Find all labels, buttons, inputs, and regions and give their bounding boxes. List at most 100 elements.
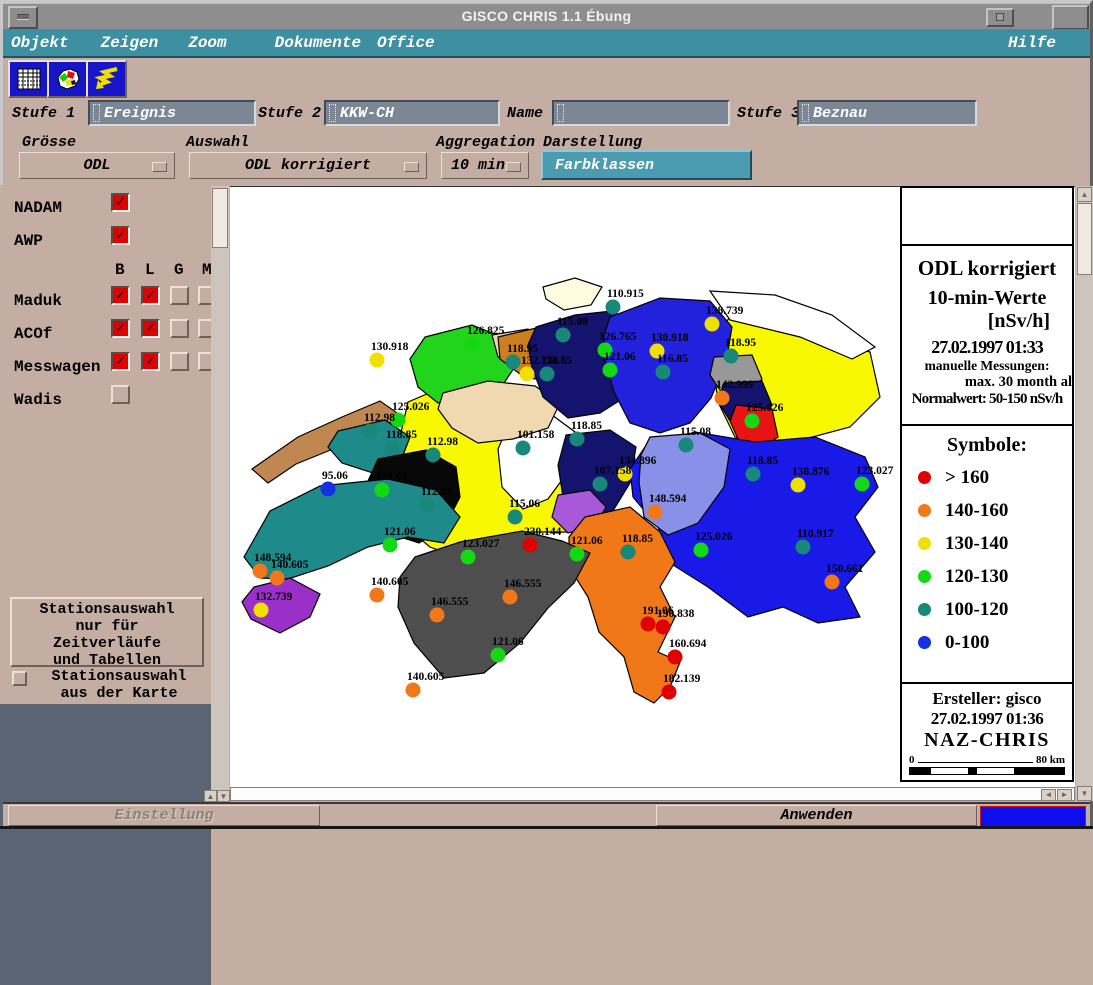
station-value-label: 138.739 bbox=[706, 305, 744, 317]
menu-item-hilfe[interactable]: Hilfe bbox=[1000, 34, 1064, 52]
station-dot[interactable] bbox=[406, 683, 421, 698]
station-dot[interactable] bbox=[724, 349, 739, 364]
map-hscrollbar[interactable]: ◄ ► bbox=[230, 787, 1075, 801]
station-dot[interactable] bbox=[570, 547, 585, 562]
checkbox-acof-g[interactable] bbox=[170, 319, 189, 338]
checkbox-maduk-g[interactable] bbox=[170, 286, 189, 305]
groesse-select[interactable]: ODL bbox=[19, 152, 175, 179]
stufe1-input[interactable]: Ereignis bbox=[88, 100, 256, 126]
stufe3-input[interactable]: Beznau bbox=[797, 100, 977, 126]
back-jump-button[interactable] bbox=[86, 60, 127, 98]
scroll-up-arrow-icon[interactable]: ▲ bbox=[204, 790, 217, 802]
station-dot[interactable] bbox=[491, 648, 506, 663]
menu-item-zeigen[interactable]: Zeigen bbox=[93, 34, 167, 52]
checkbox-acof-b[interactable]: ✓ bbox=[111, 319, 130, 338]
station-dot[interactable] bbox=[254, 603, 269, 618]
station-dot[interactable] bbox=[461, 550, 476, 565]
station-dot[interactable] bbox=[520, 367, 535, 382]
station-dot[interactable] bbox=[375, 483, 390, 498]
station-dot[interactable] bbox=[363, 424, 378, 439]
checkbox-nadam[interactable]: ✓ bbox=[111, 193, 130, 212]
station-dot[interactable] bbox=[506, 355, 521, 370]
station-dot[interactable] bbox=[540, 367, 555, 382]
station-dot[interactable] bbox=[746, 467, 761, 482]
map-view-button[interactable] bbox=[47, 60, 88, 98]
station-dot[interactable] bbox=[570, 432, 585, 447]
station-dot[interactable] bbox=[745, 414, 760, 429]
hscroll-left-arrow-icon[interactable]: ◄ bbox=[1041, 789, 1056, 801]
checkbox-messwagen-b[interactable]: ✓ bbox=[111, 352, 130, 371]
station-dot[interactable] bbox=[656, 365, 671, 380]
station-dot[interactable] bbox=[662, 685, 677, 700]
station-dot[interactable] bbox=[715, 391, 730, 406]
scroll-down-arrow-icon[interactable]: ▼ bbox=[217, 790, 230, 802]
station-dot[interactable] bbox=[603, 363, 618, 378]
station-value-label: 190.838 bbox=[657, 608, 695, 620]
checkbox-maduk-l[interactable]: ✓ bbox=[141, 286, 160, 305]
station-dot[interactable] bbox=[825, 575, 840, 590]
checkbox-wadis-b[interactable] bbox=[111, 385, 130, 404]
checkbox-awp[interactable]: ✓ bbox=[111, 226, 130, 245]
station-dot[interactable] bbox=[556, 328, 571, 343]
station-dot[interactable] bbox=[385, 441, 400, 456]
einstellung-button[interactable]: Einstellung bbox=[8, 805, 320, 826]
station-dot[interactable] bbox=[621, 545, 636, 560]
station-dot[interactable] bbox=[270, 571, 285, 586]
checkbox-maduk-b[interactable]: ✓ bbox=[111, 286, 130, 305]
table-view-button[interactable] bbox=[8, 60, 49, 98]
station-dot[interactable] bbox=[426, 448, 441, 463]
column-header-l: L bbox=[145, 261, 155, 279]
vscroll-down-arrow-icon[interactable]: ▼ bbox=[1077, 786, 1092, 801]
checkbox-messwagen-g[interactable] bbox=[170, 352, 189, 371]
darstellung-select[interactable]: Farbklassen bbox=[541, 150, 752, 180]
station-value-label: 126.825 bbox=[467, 325, 505, 337]
vscroll-up-arrow-icon[interactable]: ▲ bbox=[1077, 187, 1092, 202]
station-dot[interactable] bbox=[321, 482, 336, 497]
station-dot[interactable] bbox=[503, 590, 518, 605]
station-dot[interactable] bbox=[705, 317, 720, 332]
anwenden-button[interactable]: Anwenden bbox=[656, 805, 977, 826]
aggregation-select[interactable]: 10 min bbox=[441, 152, 529, 179]
menu-item-dokumente[interactable]: Dokumente bbox=[267, 34, 369, 52]
stufe2-input[interactable]: KKW-CH bbox=[324, 100, 500, 126]
menu-item-zoom[interactable]: Zoom bbox=[180, 34, 234, 52]
station-dot[interactable] bbox=[648, 505, 663, 520]
station-dot[interactable] bbox=[370, 588, 385, 603]
station-dot[interactable] bbox=[855, 477, 870, 492]
station-dot[interactable] bbox=[593, 477, 608, 492]
checkbox-acof-l[interactable]: ✓ bbox=[141, 319, 160, 338]
station-dot[interactable] bbox=[656, 620, 671, 635]
left-scrollbar[interactable] bbox=[211, 186, 229, 801]
minimize-button[interactable] bbox=[986, 8, 1014, 27]
station-dot[interactable] bbox=[796, 540, 811, 555]
station-dot[interactable] bbox=[466, 337, 481, 352]
station-dot[interactable] bbox=[668, 650, 683, 665]
stationsauswahl-karte-checkbox[interactable] bbox=[12, 671, 27, 686]
menu-item-office[interactable]: Office bbox=[369, 34, 443, 52]
station-dot[interactable] bbox=[694, 543, 709, 558]
stationsauswahl-button[interactable]: Stationsauswahl nur für Zeitverläufe und… bbox=[10, 597, 204, 667]
maximize-button[interactable] bbox=[1052, 5, 1089, 30]
station-dot[interactable] bbox=[679, 438, 694, 453]
station-dot[interactable] bbox=[791, 478, 806, 493]
station-dot[interactable] bbox=[370, 353, 385, 368]
map-vscrollbar[interactable]: ▲ ▼ bbox=[1076, 186, 1093, 801]
station-dot[interactable] bbox=[516, 441, 531, 456]
vscrollbar-thumb[interactable] bbox=[1077, 203, 1092, 275]
station-dot[interactable] bbox=[383, 538, 398, 553]
window-menu-button[interactable] bbox=[8, 6, 38, 29]
station-dot[interactable] bbox=[420, 498, 435, 513]
station-dot[interactable] bbox=[430, 608, 445, 623]
stufe1-label: Stufe 1 bbox=[12, 105, 75, 122]
left-scrollbar-thumb[interactable] bbox=[212, 188, 228, 248]
station-dot[interactable] bbox=[606, 300, 621, 315]
station-dot[interactable] bbox=[253, 564, 268, 579]
hscroll-right-arrow-icon[interactable]: ► bbox=[1057, 789, 1072, 801]
station-dot[interactable] bbox=[508, 510, 523, 525]
menu-item-objekt[interactable]: Objekt bbox=[3, 34, 77, 52]
station-dot[interactable] bbox=[641, 617, 656, 632]
checkbox-messwagen-l[interactable]: ✓ bbox=[141, 352, 160, 371]
auswahl-select[interactable]: ODL korrigiert bbox=[189, 152, 427, 179]
station-dot[interactable] bbox=[523, 538, 538, 553]
name-input[interactable] bbox=[552, 100, 730, 126]
